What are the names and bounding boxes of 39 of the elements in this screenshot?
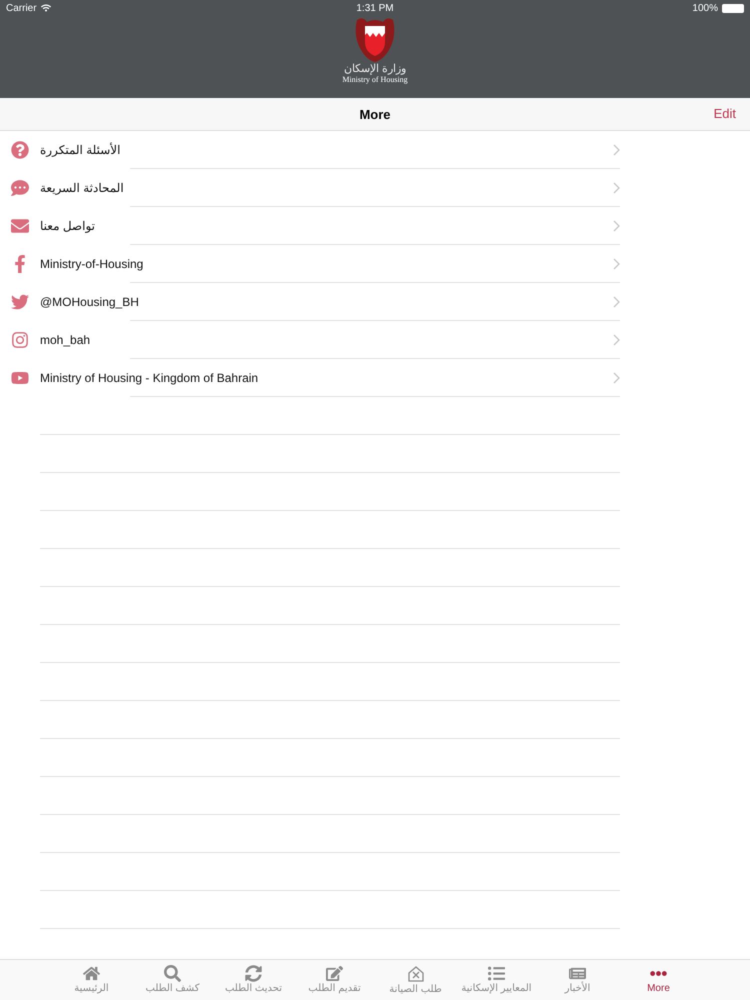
mail-icon [10, 217, 30, 235]
chevron-icon [613, 182, 620, 194]
chevron-icon [613, 258, 620, 270]
edit-button[interactable]: Edit [714, 106, 736, 121]
list-item-label[interactable]: المحادثة السريعة [40, 181, 603, 195]
list-item-label[interactable]: تواصل معنا [40, 219, 603, 233]
list-icon [488, 965, 505, 982]
twitter-icon [10, 293, 30, 311]
tab[interactable]: تقديم الطلب [294, 960, 375, 1000]
instagram-icon [10, 331, 30, 349]
chevron-icon [613, 296, 620, 308]
wifi-icon [40, 3, 51, 13]
youtube-icon [10, 369, 30, 387]
list-item-label[interactable]: Ministry-of-Housing [40, 257, 603, 271]
logo-arabic-text: وزارة الإسكان [344, 62, 406, 75]
refresh-icon [245, 965, 262, 982]
home-icon [83, 965, 100, 982]
list-item-label[interactable]: moh_bah [40, 333, 603, 347]
list-item-label[interactable]: Ministry of Housing - Kingdom of Bahrain [40, 371, 603, 385]
newspaper-icon [569, 965, 586, 982]
battery-icon [722, 4, 744, 12]
nav-title: More [359, 106, 391, 122]
chevron-icon [613, 220, 620, 232]
carrier-label: Carrier [6, 2, 37, 14]
question-icon [10, 141, 30, 159]
emblem-icon [353, 16, 397, 62]
tab[interactable]: كشف الطلب [132, 960, 213, 1000]
clock: 1:31 PM [356, 2, 394, 14]
battery-percent: 100% [692, 2, 718, 14]
edit-icon [326, 965, 343, 982]
search-icon [164, 965, 181, 982]
list-item-label[interactable]: @MOHousing_BH [40, 295, 603, 309]
list-item-label[interactable]: الأسئلة المتكررة [40, 143, 603, 157]
chevron-icon [613, 144, 620, 156]
chevron-icon [613, 372, 620, 384]
chevron-icon [613, 334, 620, 346]
chat-icon [10, 179, 30, 197]
tab[interactable]: More [618, 960, 699, 1000]
logo-english-text: Ministry of Housing [342, 75, 408, 84]
